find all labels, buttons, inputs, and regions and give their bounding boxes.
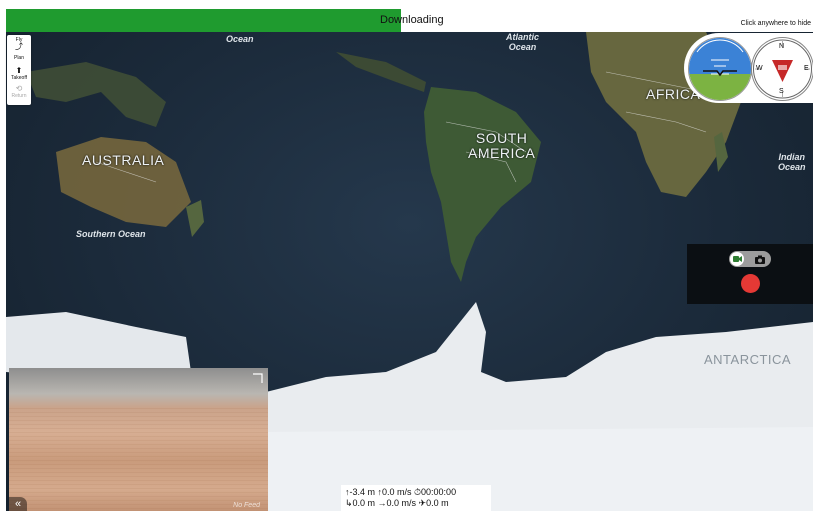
map-label-australia: AUSTRALIA bbox=[82, 152, 165, 168]
compass-east: E bbox=[804, 65, 809, 72]
expand-video-icon[interactable] bbox=[251, 371, 265, 385]
record-button[interactable] bbox=[741, 274, 760, 293]
tool-return: ⟲ Return bbox=[7, 84, 31, 100]
route-icon: ⤴ bbox=[15, 42, 23, 51]
download-progress-label: Downloading bbox=[380, 14, 444, 26]
video-watermark: No Feed bbox=[233, 502, 260, 509]
map-label-southern-ocean: Southern Ocean bbox=[76, 229, 146, 239]
telemetry-panel: ↑-3.4 m ↑0.0 m/s ⏱00:00:00 ↳0.0 m →0.0 m… bbox=[341, 485, 491, 511]
attitude-indicator bbox=[688, 37, 752, 101]
photo-camera-icon bbox=[754, 253, 766, 271]
flight-instruments[interactable]: N S E W bbox=[684, 33, 813, 103]
tool-plan-label: Plan bbox=[13, 55, 24, 61]
return-icon: ⟲ bbox=[15, 84, 23, 93]
map-label-indian-ocean: Indian Ocean bbox=[778, 152, 806, 172]
takeoff-icon: ⬆ bbox=[15, 66, 23, 75]
compass-north: N bbox=[779, 43, 785, 50]
compass-south: S bbox=[779, 88, 784, 95]
video-texture bbox=[9, 408, 268, 511]
compass: N S E W bbox=[751, 37, 813, 101]
camera-mode-toggle[interactable] bbox=[729, 251, 771, 267]
map-label-ocean: Ocean bbox=[226, 34, 254, 44]
tool-takeoff[interactable]: ⬆ Takeoff bbox=[7, 66, 31, 82]
tool-fly[interactable]: Fly ⤴ bbox=[7, 37, 31, 51]
tool-strip: Fly ⤴ Plan ⬆ Takeoff ⟲ Return bbox=[7, 35, 31, 105]
tool-plan[interactable]: Plan bbox=[7, 55, 31, 61]
camera-controls bbox=[687, 244, 813, 304]
compass-west: W bbox=[756, 65, 763, 72]
tool-takeoff-label: Takeoff bbox=[10, 75, 28, 81]
tool-return-label: Return bbox=[11, 93, 27, 99]
download-progress-bar bbox=[6, 9, 401, 32]
map-label-south-america: SOUTH AMERICA bbox=[468, 130, 536, 161]
collapse-video-icon[interactable]: « bbox=[9, 497, 27, 511]
video-camera-icon bbox=[730, 252, 744, 266]
telemetry-line-2: ↳0.0 m →0.0 m/s ✈0.0 m bbox=[345, 498, 449, 508]
map-label-antarctica: ANTARCTICA bbox=[704, 352, 792, 367]
telemetry-line-1: ↑-3.4 m ↑0.0 m/s ⏱00:00:00 bbox=[345, 487, 457, 497]
video-feed[interactable]: No Feed bbox=[9, 368, 268, 511]
hide-hint[interactable]: Click anywhere to hide bbox=[741, 20, 811, 27]
map-label-atlantic: Atlantic Ocean bbox=[506, 32, 540, 52]
